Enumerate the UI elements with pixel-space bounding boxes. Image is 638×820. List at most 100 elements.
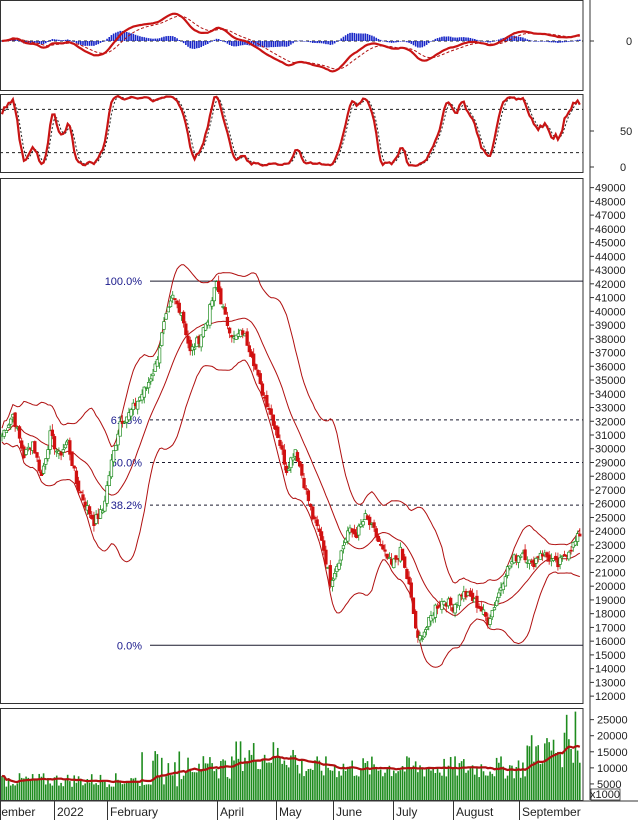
macd-histogram-bar xyxy=(88,41,91,46)
volume-bar xyxy=(541,763,544,800)
macd-histogram-bar xyxy=(204,41,207,45)
candle-body xyxy=(184,323,188,336)
macd-histogram-bar xyxy=(362,33,364,41)
volume-bar xyxy=(463,759,465,800)
bollinger-upper-band xyxy=(1,264,581,585)
macd-histogram-bar xyxy=(176,38,178,41)
volume-bar xyxy=(64,778,67,800)
macd-histogram-bar xyxy=(141,36,143,41)
macd-histogram-bar xyxy=(84,41,86,46)
macd-histogram-bar xyxy=(163,36,165,41)
volume-bar xyxy=(535,746,537,800)
macd-histogram-bar xyxy=(410,41,413,44)
volume-bar xyxy=(281,763,283,800)
candle-body xyxy=(164,313,168,320)
volume-bar xyxy=(314,760,316,800)
candle-body xyxy=(304,488,308,490)
volume-bar xyxy=(493,776,496,800)
volume-tick-label: 20000 xyxy=(597,731,628,743)
macd-histogram-bar xyxy=(73,41,76,42)
volume-bar xyxy=(417,772,419,800)
volume-bar xyxy=(360,769,362,800)
candle-body xyxy=(573,541,578,546)
macd-histogram-bar xyxy=(572,40,575,42)
macd-histogram-bar xyxy=(414,41,417,47)
volume-bar xyxy=(371,756,373,800)
macd-histogram-bar xyxy=(353,32,356,41)
volume-bar xyxy=(44,784,47,800)
volume-bar xyxy=(559,754,561,800)
volume-bar xyxy=(384,772,386,800)
macd-histogram-bar xyxy=(222,40,224,42)
price-tick-label: 31000 xyxy=(595,430,626,442)
volume-bar xyxy=(178,751,181,800)
volume-bar xyxy=(419,765,421,800)
macd-histogram-bar xyxy=(371,35,373,41)
volume-bar xyxy=(285,764,288,800)
volume-bar xyxy=(119,781,121,800)
macd-histogram-bar xyxy=(368,34,371,41)
macd-histogram-bar xyxy=(511,35,513,41)
macd-histogram-bar xyxy=(279,41,281,47)
macd-histogram-bar xyxy=(211,41,213,42)
stochastic-k-line xyxy=(0,94,581,167)
volume-bar xyxy=(349,766,351,800)
volume-bar xyxy=(125,781,128,800)
macd-histogram-bar xyxy=(320,41,323,44)
fibonacci-level-label: 50.0% xyxy=(111,457,142,469)
macd-histogram-bar xyxy=(134,34,137,41)
volume-bar xyxy=(298,773,301,800)
macd-histogram-bar xyxy=(467,37,469,41)
price-tick-label: 16000 xyxy=(595,636,626,648)
macd-histogram-bar xyxy=(493,41,496,42)
macd-histogram-bar xyxy=(95,41,97,45)
volume-bar xyxy=(579,762,581,800)
macd-histogram-bar xyxy=(329,41,332,45)
volume-bar xyxy=(403,771,406,800)
candle-body xyxy=(166,306,170,313)
macd-histogram-bar xyxy=(71,41,73,42)
volume-bar xyxy=(136,782,139,800)
volume-bar xyxy=(421,767,424,800)
volume-bar xyxy=(84,783,86,800)
macd-histogram-bar xyxy=(281,41,283,47)
candle-body xyxy=(484,612,488,617)
candle-body xyxy=(258,373,262,384)
time-axis-label: August xyxy=(456,805,494,819)
candle-body xyxy=(324,549,328,565)
candle-body xyxy=(254,364,258,370)
volume-bar xyxy=(570,748,572,800)
candle-body xyxy=(276,426,280,438)
volume-bar xyxy=(502,766,505,800)
macd-histogram-bar xyxy=(460,37,463,41)
macd-histogram-bar xyxy=(125,32,128,41)
macd-histogram-bar xyxy=(570,41,572,42)
volume-bar xyxy=(165,776,167,800)
volume-bar xyxy=(169,775,172,800)
macd-histogram-bar xyxy=(69,40,71,41)
candle-body xyxy=(208,304,212,326)
candle-body xyxy=(160,332,164,346)
volume-bar xyxy=(23,778,25,800)
volume-bar xyxy=(452,768,454,800)
macd-histogram-bar xyxy=(108,37,111,41)
macd-histogram-bar xyxy=(156,38,159,41)
macd-histogram-bar xyxy=(270,41,273,48)
candle-body xyxy=(503,576,508,587)
fibonacci-level-label: 0.0% xyxy=(117,640,142,652)
candle-body xyxy=(210,300,214,307)
macd-histogram-bar xyxy=(513,35,515,41)
volume-bar xyxy=(427,767,430,800)
candle-body xyxy=(494,600,499,606)
price-tick-label: 46000 xyxy=(595,224,626,236)
volume-bar xyxy=(34,779,36,800)
volume-bar xyxy=(386,767,389,800)
macd-histogram-bar xyxy=(390,41,393,43)
macd-histogram-bar xyxy=(55,39,58,41)
macd-histogram-bar xyxy=(132,33,135,41)
candle-body xyxy=(497,592,501,598)
time-axis-label: July xyxy=(396,805,417,819)
volume-bar xyxy=(546,738,548,800)
volume-bar xyxy=(108,784,111,800)
volume-bar xyxy=(438,772,441,800)
